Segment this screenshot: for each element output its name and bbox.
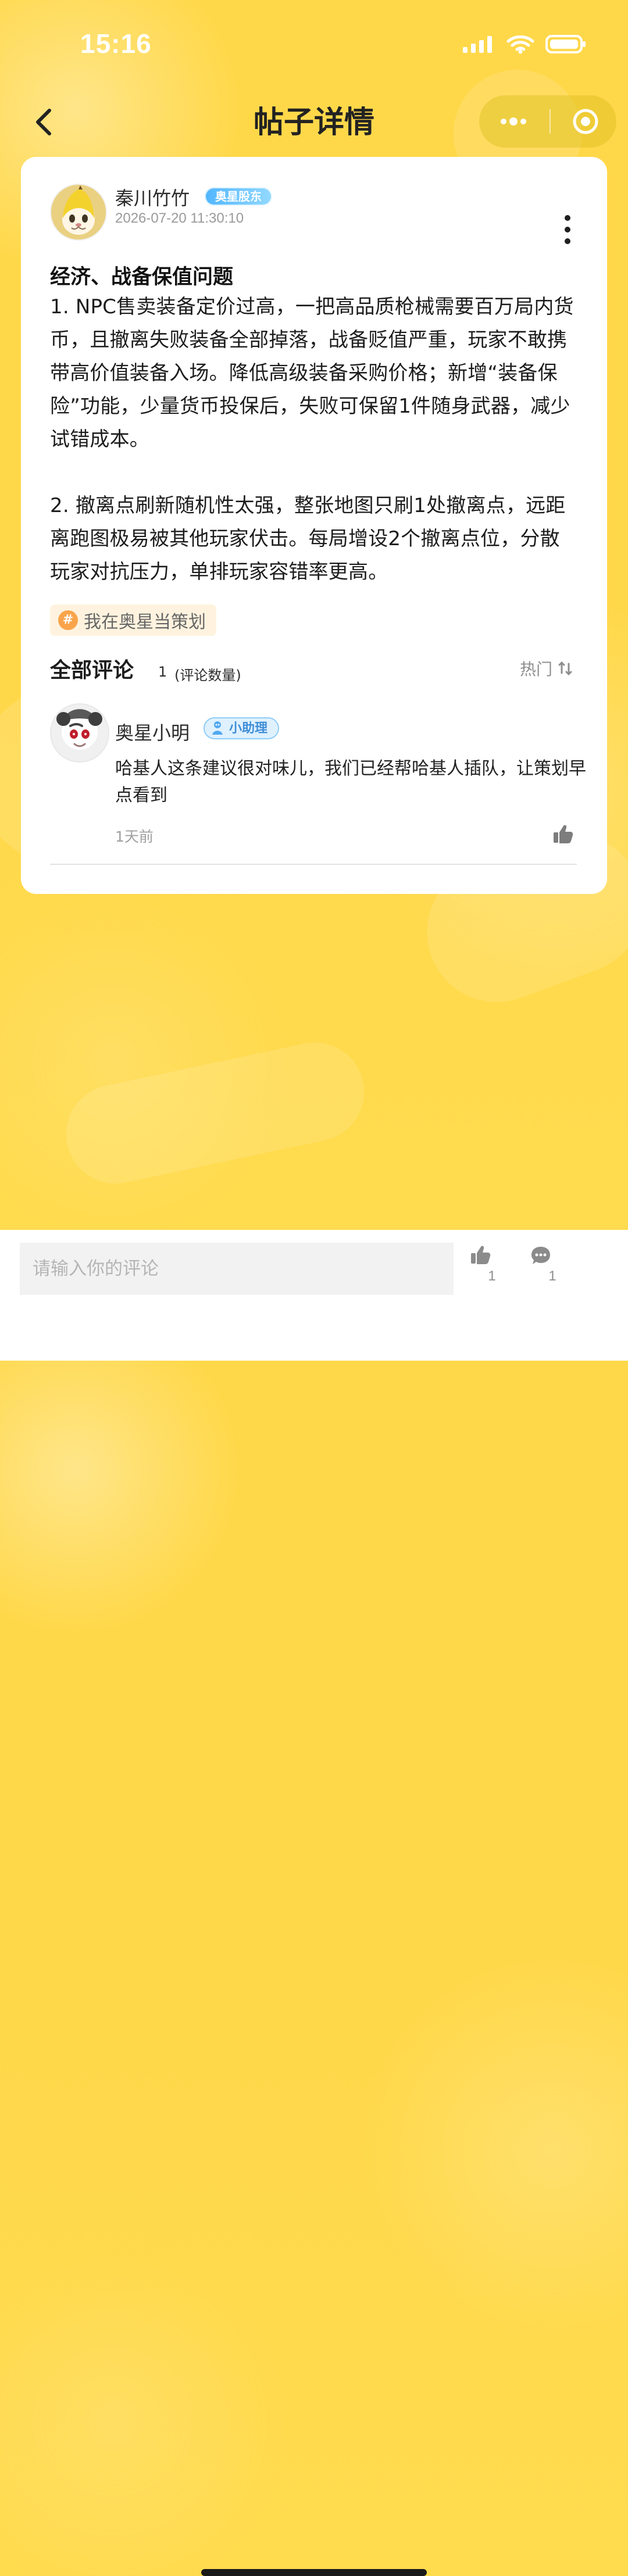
sort-hot-button[interactable]: 热门 [520,657,573,680]
post-like-count: 1 [488,1268,496,1284]
comment-avatar[interactable] [50,703,109,763]
capsule-divider [550,109,551,134]
home-indicator [201,2569,427,2576]
comment-user-name[interactable]: 奥星小明 [115,718,190,745]
comments-header: 全部评论 1 (评论数量) 热门 [50,653,576,688]
comments-count: 1 [158,664,167,680]
hashtag-icon: # [58,610,78,630]
comments-title: 全部评论 [50,659,134,682]
signal-icon [462,34,495,54]
comment-time: 1天前 [115,828,154,845]
post-time: 2026-07-20 11:30:10 [115,210,244,226]
post-body: 1. NPC售卖装备定价过高，一把高品质枪械需要百万局内货币，且撤离失败装备全部… [50,291,577,589]
vertical-dots-icon [565,215,570,244]
status-icons [462,34,587,55]
thumbs-up-icon [554,825,573,843]
wifi-icon [506,34,535,54]
author-name[interactable]: 秦川竹竹 [115,184,190,210]
post-paragraph: 1. NPC售卖装备定价过高，一把高品质枪械需要百万局内货币，且撤离失败装备全部… [50,295,574,451]
mini-program-capsule[interactable] [479,95,616,148]
comment-bubble-icon [531,1247,550,1264]
battery-icon [545,34,587,55]
author-avatar[interactable] [50,184,107,241]
post-comment-count: 1 [548,1268,556,1284]
comment-divider [50,864,577,865]
target-icon[interactable] [571,107,600,136]
assistant-badge: 小助理 [204,717,280,739]
more-options-button[interactable] [562,214,573,245]
author-badge: 奥星股东 [205,187,272,206]
post-comment-button[interactable]: 1 [529,1244,576,1285]
assistant-icon [212,721,223,735]
assistant-badge-label: 小助理 [229,721,268,736]
post-card: 秦川竹竹 奥星股东 2026-07-20 11:30:10 经济、战备保值问题 … [21,157,607,894]
comments-count-label: (评论数量) [174,667,241,684]
post-like-button[interactable]: 1 [469,1244,515,1285]
sort-label: 热门 [519,660,552,679]
bottom-comment-bar: 1 1 [0,1230,628,2576]
banana-cat-avatar-icon [51,185,106,239]
topic-label: 我在奥星当策划 [84,612,206,632]
post-paragraph: 2. 撤离点刷新随机性太强，整张地图只刷1处撤离点，远距离跑图极易被其他玩家伏击… [50,494,566,584]
comment-input[interactable] [20,1243,454,1295]
status-time: 15:16 [80,28,152,59]
thumbs-up-icon [471,1246,491,1264]
background-decoration [57,1033,373,1193]
post-title: 经济、战备保值问题 [50,266,234,289]
character-avatar-icon [51,704,108,761]
comment-text: 哈基人这条建议很对味儿，我们已经帮哈基人插队，让策划早点看到 [115,759,586,806]
comment-like-button[interactable] [551,823,575,846]
more-dots-icon[interactable] [498,116,529,127]
page-header: 帖子详情 [0,87,628,157]
topic-tag[interactable]: # 我在奥星当策划 [50,604,216,636]
status-bar: 15:16 [0,0,628,70]
sort-icon [557,660,573,677]
